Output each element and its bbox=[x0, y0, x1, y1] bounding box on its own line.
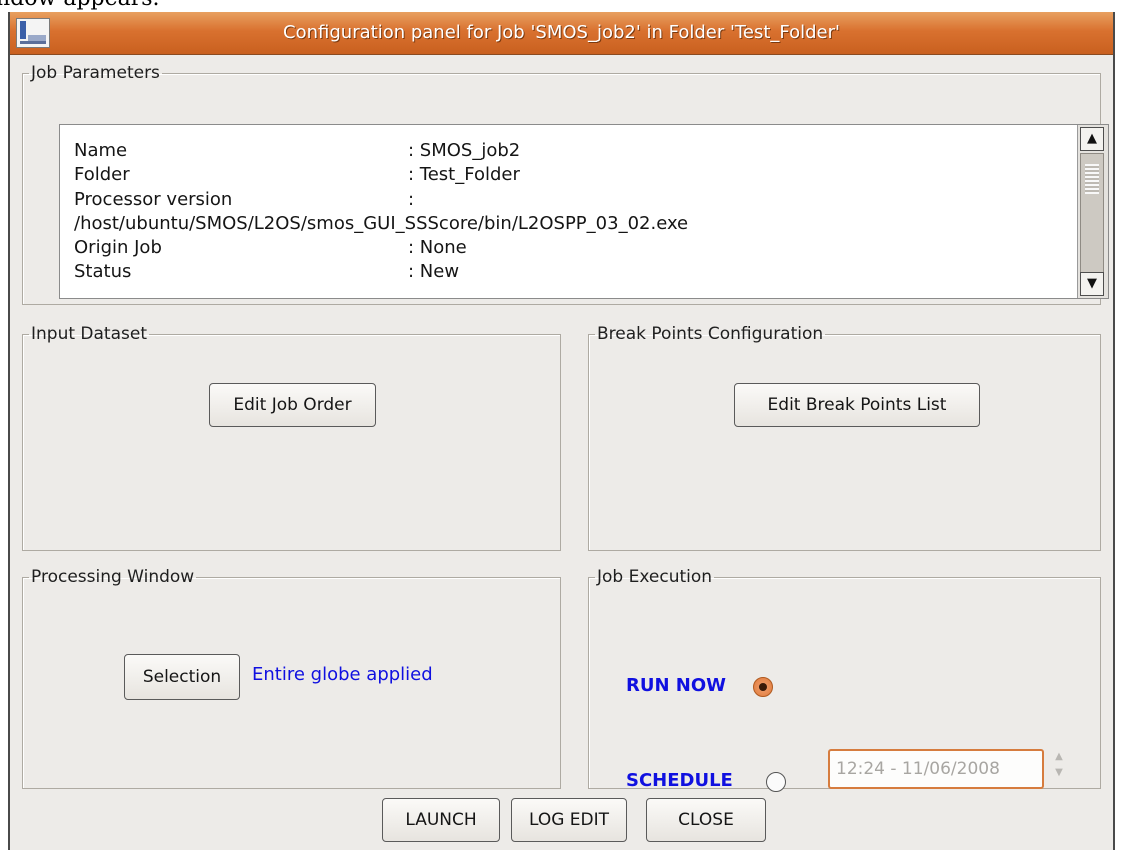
datetime-spinner[interactable]: ▲ ▼ bbox=[1048, 749, 1070, 789]
param-row: Name : SMOS_job2 bbox=[74, 139, 1064, 163]
param-row: Processor version: bbox=[74, 188, 1064, 212]
config-window: Configuration panel for Job 'SMOS_job2' … bbox=[8, 12, 1115, 850]
scroll-down-arrow-icon[interactable]: ▼ bbox=[1080, 272, 1104, 296]
param-label: Status bbox=[74, 261, 132, 283]
title-bar[interactable]: Configuration panel for Job 'SMOS_job2' … bbox=[10, 12, 1113, 55]
job-execution-legend: Job Execution bbox=[597, 567, 713, 587]
log-edit-button[interactable]: LOG EDIT bbox=[511, 798, 627, 842]
param-value: : bbox=[408, 188, 415, 210]
scrollbar-thumb[interactable] bbox=[1080, 153, 1104, 273]
input-dataset-legend: Input Dataset bbox=[31, 324, 147, 344]
param-label: Origin Job bbox=[74, 237, 162, 259]
schedule-radio[interactable] bbox=[766, 772, 786, 792]
close-button[interactable]: CLOSE bbox=[646, 798, 766, 842]
job-parameters-textarea[interactable]: Name: SMOS_job2 Folder: Test_Folder Proces… bbox=[59, 124, 1109, 299]
window-title: Configuration panel for Job 'SMOS_job2' … bbox=[283, 22, 840, 43]
input-dataset-group: Input Dataset bbox=[22, 324, 561, 551]
job-parameters-content: Name: SMOS_job2 Folder: Test_Folder Proces… bbox=[74, 139, 1064, 285]
break-points-group: Break Points Configuration bbox=[588, 324, 1101, 551]
param-label: Processor version bbox=[74, 188, 233, 210]
param-row: Status : New bbox=[74, 260, 1064, 284]
schedule-label: SCHEDULE bbox=[626, 770, 733, 791]
launch-button[interactable]: LAUNCH bbox=[382, 798, 500, 842]
selection-button[interactable]: Selection bbox=[124, 654, 240, 700]
param-row: Origin Job : None bbox=[74, 236, 1064, 260]
run-now-label: RUN NOW bbox=[626, 675, 727, 696]
spin-down-arrow-icon[interactable]: ▼ bbox=[1048, 765, 1070, 781]
document-text-fragment: ndow appears. bbox=[0, 0, 160, 11]
param-label: Folder bbox=[74, 164, 130, 186]
param-label: Name bbox=[74, 140, 128, 161]
scroll-up-arrow-icon[interactable]: ▲ bbox=[1080, 127, 1104, 151]
processing-window-legend: Processing Window bbox=[31, 567, 195, 587]
schedule-datetime-field[interactable]: 12:24 - 11/06/2008 bbox=[828, 749, 1044, 789]
param-value: : Test_Folder bbox=[408, 164, 520, 186]
job-parameters-legend: Job Parameters bbox=[31, 63, 160, 83]
spin-up-arrow-icon[interactable]: ▲ bbox=[1048, 749, 1070, 765]
param-row: /host/ubuntu/SMOS/L2OS/smos_GUI_SSScore/… bbox=[74, 212, 1064, 236]
param-value: : None bbox=[408, 237, 467, 259]
param-value: : New bbox=[408, 261, 460, 283]
edit-job-order-button[interactable]: Edit Job Order bbox=[209, 383, 376, 427]
vertical-scrollbar[interactable]: ▲ ▼ bbox=[1077, 125, 1108, 298]
param-label: /host/ubuntu/SMOS/L2OS/smos_GUI_SSScore/… bbox=[74, 212, 689, 234]
break-points-legend: Break Points Configuration bbox=[597, 324, 824, 344]
param-row: Folder : Test_Folder bbox=[74, 163, 1064, 187]
param-value: : SMOS_job2 bbox=[408, 140, 521, 161]
run-now-radio[interactable] bbox=[753, 677, 773, 697]
processing-window-status: Entire globe applied bbox=[252, 664, 433, 685]
edit-break-points-list-button[interactable]: Edit Break Points List bbox=[734, 383, 980, 427]
